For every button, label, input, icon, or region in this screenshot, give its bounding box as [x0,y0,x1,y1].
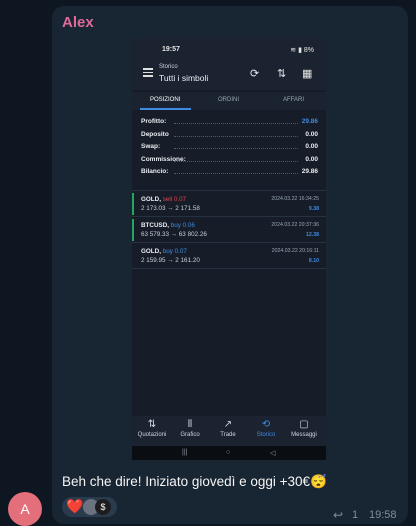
dotted-leader [174,135,298,137]
position-indicator [132,219,134,241]
heart-reaction-icon[interactable]: ❤️ [66,498,83,515]
position-profit: 9.38 [308,206,319,212]
sender-avatar[interactable]: A [8,492,42,526]
back-icon[interactable]: ◁ [270,449,275,457]
menu-icon[interactable] [143,68,153,77]
battery-value: 8% [303,47,314,54]
bottom-navigation: ⇅ Quotazioni ⫴ Grafico ↗ Trade ⟲ Storico… [132,416,326,446]
header-label: Storico [159,64,178,70]
nav-label: Trade [220,432,236,438]
position-row[interactable]: BTCUSD, buy 0.06 63 579.33 → 63 802.26 2… [132,218,326,242]
chart-icon: ⫴ [187,419,193,430]
nav-label: Storico [256,432,276,438]
sort-icon[interactable]: ⇅ [277,67,286,80]
reply-icon[interactable]: ↩ [333,508,343,522]
summary-row-balance: Bilancio: 29.86 [132,166,326,179]
divider [132,242,326,243]
nav-quotazioni[interactable]: ⇅ Quotazioni [133,418,171,438]
position-indicator [132,193,134,215]
history-tabs: POSIZIONI ORDINI AFFARI [132,92,326,110]
position-prices: 2 173.03 → 2 171.58 [141,205,200,212]
nav-label: Quotazioni [137,432,167,438]
phone-status-bar: 19:57 ≋ ▮ 8% [132,38,326,60]
quotes-icon: ⇅ [147,419,157,430]
trade-icon: ↗ [223,419,233,430]
header-subtitle[interactable]: Tutti i simboli [159,73,208,83]
reply-count[interactable]: 1 [352,509,358,521]
position-symbol: BTCUSD, buy 0.06 [141,222,195,229]
position-profit: 12.38 [306,232,319,238]
dotted-leader [174,160,298,162]
summary-value: 29.86 [301,118,318,125]
summary-label: Bilancio: [141,168,169,175]
position-symbol: GOLD, buy 0.07 [141,248,187,255]
wifi-icon: ≋ ▮ [290,47,304,54]
position-symbol: GOLD, sell 0.07 [141,196,187,203]
position-row[interactable]: GOLD, buy 0.07 2 159.95 → 2 161.20 2024.… [132,244,326,268]
account-summary: Profitto: 29.86 Deposito 0.00 Swap: 0.00… [132,116,326,179]
nav-messaggi[interactable]: ▢ Messaggi [285,418,323,438]
nav-trade[interactable]: ↗ Trade [209,418,247,438]
position-datetime: 2024.03.22 20:16:11 [271,248,319,254]
reactions-bar[interactable]: ❤️ $ [62,497,117,517]
sender-name[interactable]: Alex [62,14,94,31]
summary-label: Deposito [141,130,169,138]
position-prices: 63 579.33 → 63 802.26 [141,231,207,238]
nav-storico[interactable]: ⟲ Storico [247,418,285,438]
tab-posizioni[interactable]: POSIZIONI [150,97,180,103]
system-navigation-bar: ||| ○ ◁ [132,446,326,460]
divider [132,216,326,217]
home-icon[interactable]: ○ [226,449,230,456]
dotted-leader [174,148,298,149]
active-tab-indicator [140,108,191,110]
calendar-icon[interactable]: ▦ [302,67,312,80]
history-icon: ⟲ [261,419,271,430]
recents-icon[interactable]: ||| [182,449,187,456]
tab-affari[interactable]: AFFARI [283,97,304,103]
messages-icon: ▢ [299,419,309,430]
attached-screenshot[interactable]: 19:57 ≋ ▮ 8% Storico Tutti i simboli ⟳ ⇅… [132,38,326,460]
dotted-leader [174,173,298,174]
summary-row-swap: Swap: 0.00 [132,141,326,154]
nav-label: Messaggi [291,432,317,438]
position-row[interactable]: GOLD, sell 0.07 2 173.03 → 2 171.58 2024… [132,192,326,216]
summary-label: Profitto: [141,118,167,125]
position-datetime: 2024.03.22 20:37:36 [271,222,319,228]
summary-row-profit: Profitto: 29.86 [132,116,326,129]
message-text: Beh che dire! Iniziato giovedì e oggi +3… [62,474,327,489]
summary-label: Swap: [141,143,161,150]
tab-ordini[interactable]: ORDINI [218,97,239,103]
summary-value: 29.86 [301,168,318,175]
divider [132,268,326,269]
position-datetime: 2024.03.22 16:34:25 [271,196,319,202]
summary-row-commission: Commissione: 0.00 [132,154,326,167]
battery-indicator: ≋ ▮ 8% [290,46,314,54]
message-time: 19:58 [369,509,397,521]
position-profit: 8.10 [308,258,319,264]
nav-grafico[interactable]: ⫴ Grafico [171,418,209,438]
dotted-leader [174,123,298,124]
app-header: Storico Tutti i simboli ⟳ ⇅ ▦ [132,60,326,90]
phone-time: 19:57 [162,46,180,53]
currency-exchange-icon[interactable]: ⟳ [250,67,259,80]
reactor-avatar-dollar: $ [95,499,111,515]
position-prices: 2 159.95 → 2 161.20 [141,257,200,264]
summary-value: 0.00 [305,130,318,138]
summary-value: 0.00 [305,155,318,163]
divider [132,190,326,191]
summary-row-deposit: Deposito 0.00 [132,129,326,142]
summary-value: 0.00 [305,143,318,150]
nav-label: Grafico [180,432,200,438]
